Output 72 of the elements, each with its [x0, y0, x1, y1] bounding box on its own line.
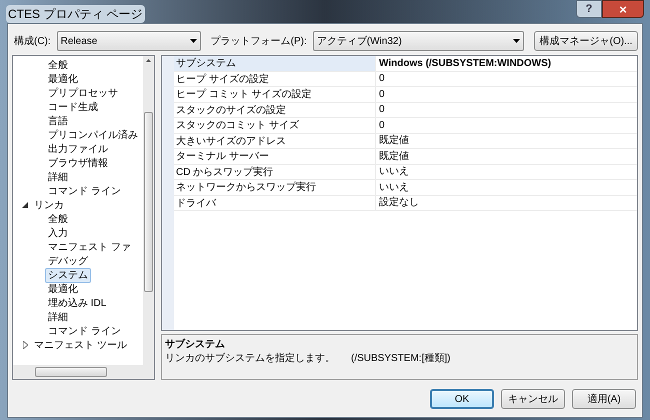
tree-item[interactable]: リンカ	[31, 198, 67, 212]
property-value: 0	[378, 118, 385, 133]
property-name: スタックのサイズの設定	[174, 102, 376, 117]
tree-item[interactable]: コマンド ライン	[45, 184, 124, 198]
horizontal-scrollbar[interactable]	[13, 365, 154, 379]
tree-item[interactable]: 出力ファイル	[45, 142, 111, 156]
tree-item[interactable]: 埋め込み IDL	[45, 296, 110, 310]
description-title: サブシステム	[165, 338, 226, 352]
dialog-button[interactable]: キャンセル	[501, 389, 565, 409]
vertical-scrollbar[interactable]	[143, 56, 154, 365]
property-name: ターミナル サーバー	[174, 149, 376, 164]
tree-item[interactable]: 全般	[45, 58, 71, 72]
platform-dropdown[interactable]: アクティブ(Win32)	[312, 31, 524, 51]
tree-item[interactable]: 最適化	[45, 282, 81, 296]
property-value: 0	[378, 88, 385, 102]
window-title: CTES プロパティ ページ	[6, 5, 145, 23]
tree-item[interactable]: コマンド ライン	[45, 324, 124, 338]
property-value: 既定値	[378, 134, 409, 148]
property-name: ヒープ コミット サイズの設定	[174, 87, 376, 102]
tree-item[interactable]: 言語	[45, 114, 71, 128]
tree-item[interactable]: プリプロセッサ	[45, 86, 121, 100]
property-name: サブシステム	[174, 56, 376, 70]
expanded-icon[interactable]	[22, 202, 28, 208]
tree-item[interactable]: マニフェスト ツール	[31, 338, 130, 352]
tree-item[interactable]: マニフェスト ファ	[45, 240, 134, 254]
property-value: いいえ	[378, 165, 409, 180]
property-row[interactable]: ヒープ サイズの設定 0	[174, 72, 637, 87]
property-row[interactable]: サブシステム Windows (/SUBSYSTEM:WINDOWS)	[174, 56, 637, 72]
dropdown-caret-icon	[190, 39, 197, 43]
configuration-manager-button[interactable]: 構成マネージャ(O)...	[534, 31, 638, 51]
dialog-button[interactable]: OK	[430, 389, 494, 409]
property-row[interactable]: ドライバ 設定なし	[174, 196, 637, 211]
property-row[interactable]: スタックのコミット サイズ 0	[174, 118, 637, 134]
platform-label: プラットフォーム(P):	[210, 34, 307, 48]
property-name: ドライバ	[174, 196, 376, 210]
tree-item[interactable]: デバッグ	[45, 254, 91, 268]
dialog-button[interactable]: 適用(A)	[572, 389, 636, 409]
tree-item[interactable]: 詳細	[45, 310, 71, 324]
property-name: 大きいサイズのアドレス	[174, 134, 376, 148]
description-text: リンカのサブシステムを指定します。	[165, 352, 335, 366]
property-value: 既定値	[378, 150, 409, 164]
property-row[interactable]: 大きいサイズのアドレス 既定値	[174, 134, 637, 149]
tree-item[interactable]: コード生成	[45, 100, 101, 114]
tree-item[interactable]: システム	[45, 268, 91, 282]
collapsed-icon[interactable]	[22, 341, 28, 349]
tree-item[interactable]: 最適化	[45, 72, 81, 86]
property-row[interactable]: ターミナル サーバー 既定値	[174, 149, 637, 164]
property-value: 0	[378, 72, 385, 86]
property-value: 設定なし	[378, 196, 419, 210]
close-button[interactable]: ×	[602, 0, 644, 18]
description-option: (/SUBSYSTEM:[種類])	[351, 352, 450, 366]
property-row[interactable]: ネットワークからスワップ実行 いいえ	[174, 180, 637, 196]
dropdown-caret-icon	[513, 39, 520, 43]
tree-item[interactable]: 詳細	[45, 170, 71, 184]
configuration-dropdown[interactable]: Release	[56, 31, 201, 51]
help-button[interactable]: ?	[576, 0, 602, 18]
property-name: スタックのコミット サイズ	[174, 118, 376, 132]
property-name: ネットワークからスワップ実行	[174, 180, 376, 194]
property-row[interactable]: ヒープ コミット サイズの設定 0	[174, 87, 637, 102]
property-value: Windows (/SUBSYSTEM:WINDOWS)	[378, 56, 552, 71]
tree-item[interactable]: 入力	[45, 226, 71, 240]
tree-item[interactable]: プリコンパイル済み	[45, 128, 141, 142]
property-row[interactable]: スタックのサイズの設定 0	[174, 102, 637, 118]
property-value: いいえ	[378, 180, 409, 195]
configuration-label: 構成(C):	[14, 34, 51, 48]
tree-item[interactable]: 全般	[45, 212, 71, 226]
property-row[interactable]: CD からスワップ実行 いいえ	[174, 164, 637, 180]
property-name: ヒープ サイズの設定	[174, 72, 376, 86]
scroll-up-icon[interactable]	[146, 59, 151, 62]
property-value: 0	[378, 103, 385, 118]
tree-item[interactable]: ブラウザ情報	[45, 156, 111, 170]
property-name: CD からスワップ実行	[174, 164, 376, 179]
